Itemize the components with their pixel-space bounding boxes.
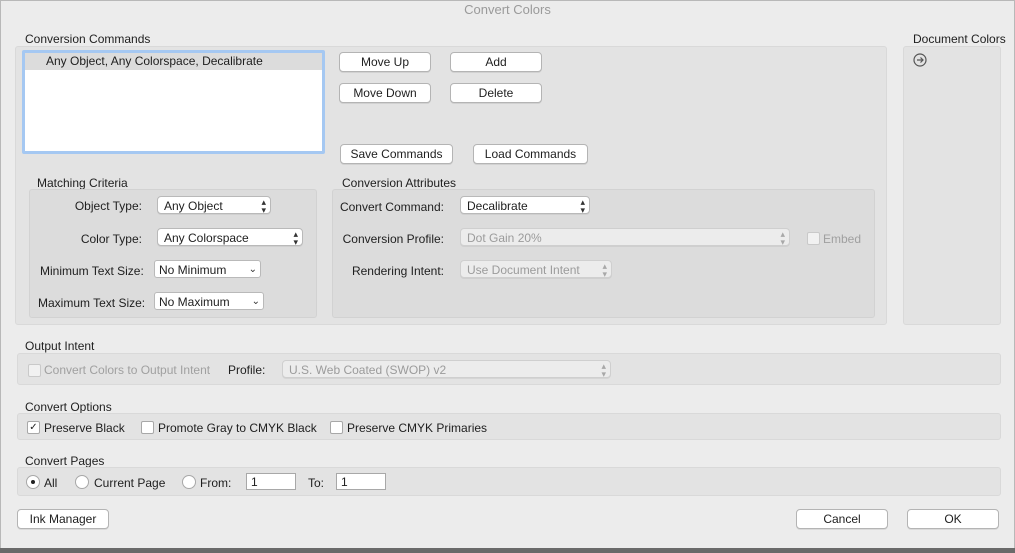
all-pages-radio[interactable] — [26, 475, 40, 489]
promote-gray-label: Promote Gray to CMYK Black — [158, 421, 317, 435]
all-pages-label: All — [44, 476, 58, 490]
arrow-right-circle-icon[interactable] — [913, 53, 927, 67]
color-type-label: Color Type: — [80, 232, 142, 246]
from-radio[interactable] — [182, 475, 196, 489]
matching-criteria-label: Matching Criteria — [37, 176, 128, 190]
rendering-intent-value: Use Document Intent — [467, 263, 580, 277]
convert-to-output-intent-label: Convert Colors to Output Intent — [44, 363, 211, 377]
preserve-black-label: Preserve Black — [44, 421, 125, 435]
list-item[interactable]: Any Object, Any Colorspace, Decalibrate — [25, 53, 322, 70]
conversion-commands-list[interactable]: Any Object, Any Colorspace, Decalibrate — [22, 50, 325, 154]
convert-options-label: Convert Options — [25, 400, 112, 414]
checkmark-icon: ✓ — [29, 422, 38, 433]
output-profile-value: U.S. Web Coated (SWOP) v2 — [289, 363, 447, 377]
current-page-label: Current Page — [94, 476, 166, 490]
output-profile-select[interactable]: U.S. Web Coated (SWOP) v2 ▴ ▾ — [282, 360, 611, 379]
maximum-text-size-label: Maximum Text Size: — [38, 296, 146, 310]
preserve-cmyk-primaries-label: Preserve CMYK Primaries — [347, 421, 488, 435]
rendering-intent-label: Rendering Intent: — [351, 264, 444, 278]
embed-label: Embed — [823, 232, 862, 246]
chevron-down-icon: ⌄ — [251, 296, 260, 307]
document-colors-panel — [903, 46, 1001, 325]
conversion-commands-label: Conversion Commands — [25, 32, 151, 46]
minimum-text-size-value: No Minimum — [159, 263, 227, 277]
conversion-profile-value: Dot Gain 20% — [467, 231, 542, 245]
background-window-strip — [0, 548, 1015, 553]
add-button[interactable]: Add — [450, 52, 542, 72]
stepper-arrows-icon: ▴ ▾ — [602, 261, 607, 279]
minimum-text-size-combo[interactable]: No Minimum ⌄ — [154, 260, 261, 278]
ink-manager-button[interactable]: Ink Manager — [17, 509, 109, 529]
rendering-intent-select[interactable]: Use Document Intent ▴ ▾ — [460, 260, 612, 279]
current-page-radio[interactable] — [75, 475, 89, 489]
delete-button[interactable]: Delete — [450, 83, 542, 103]
convert-command-select[interactable]: Decalibrate ▴ ▾ — [460, 196, 590, 215]
from-page-input[interactable]: 1 — [246, 473, 296, 490]
chevron-down-icon: ⌄ — [248, 264, 257, 275]
to-label: To: — [308, 476, 325, 490]
conversion-profile-select[interactable]: Dot Gain 20% ▴ ▾ — [460, 228, 790, 247]
cancel-button[interactable]: Cancel — [796, 509, 888, 529]
color-type-select[interactable]: Any Colorspace ▴ ▾ — [157, 228, 303, 247]
load-commands-button[interactable]: Load Commands — [473, 144, 588, 164]
window-title: Convert Colors — [464, 2, 551, 17]
preserve-cmyk-primaries-checkbox[interactable] — [330, 421, 343, 434]
move-up-button[interactable]: Move Up — [339, 52, 431, 72]
ok-button[interactable]: OK — [907, 509, 999, 529]
stepper-arrows-icon: ▴ ▾ — [293, 229, 298, 247]
convert-command-label: Convert Command: — [339, 200, 444, 214]
move-down-button[interactable]: Move Down — [339, 83, 431, 103]
maximum-text-size-combo[interactable]: No Maximum ⌄ — [154, 292, 264, 310]
object-type-label: Object Type: — [74, 199, 142, 213]
convert-to-output-intent-checkbox[interactable] — [28, 364, 41, 377]
maximum-text-size-value: No Maximum — [159, 295, 230, 309]
save-commands-button[interactable]: Save Commands — [340, 144, 453, 164]
to-page-input[interactable]: 1 — [336, 473, 386, 490]
output-intent-label: Output Intent — [25, 339, 95, 353]
object-type-select[interactable]: Any Object ▴ ▾ — [157, 196, 271, 215]
embed-checkbox[interactable] — [807, 232, 820, 245]
stepper-arrows-icon: ▴ ▾ — [601, 361, 606, 379]
conversion-attributes-label: Conversion Attributes — [342, 176, 457, 190]
convert-pages-label: Convert Pages — [25, 454, 105, 468]
promote-gray-checkbox[interactable] — [141, 421, 154, 434]
stepper-arrows-icon: ▴ ▾ — [780, 229, 785, 247]
stepper-arrows-icon: ▴ ▾ — [261, 197, 266, 215]
from-label: From: — [200, 476, 232, 490]
preserve-black-checkbox[interactable]: ✓ — [27, 421, 40, 434]
radio-selected-dot — [31, 480, 35, 484]
stepper-arrows-icon: ▴ ▾ — [580, 197, 585, 215]
minimum-text-size-label: Minimum Text Size: — [40, 264, 144, 278]
object-type-value: Any Object — [164, 199, 223, 213]
conversion-profile-label: Conversion Profile: — [342, 232, 444, 246]
color-type-value: Any Colorspace — [164, 231, 249, 245]
document-colors-label: Document Colors — [913, 32, 1006, 46]
convert-colors-dialog: Convert Colors Conversion Commands Any O… — [0, 0, 1015, 550]
profile-label: Profile: — [228, 363, 266, 377]
convert-command-value: Decalibrate — [467, 199, 528, 213]
